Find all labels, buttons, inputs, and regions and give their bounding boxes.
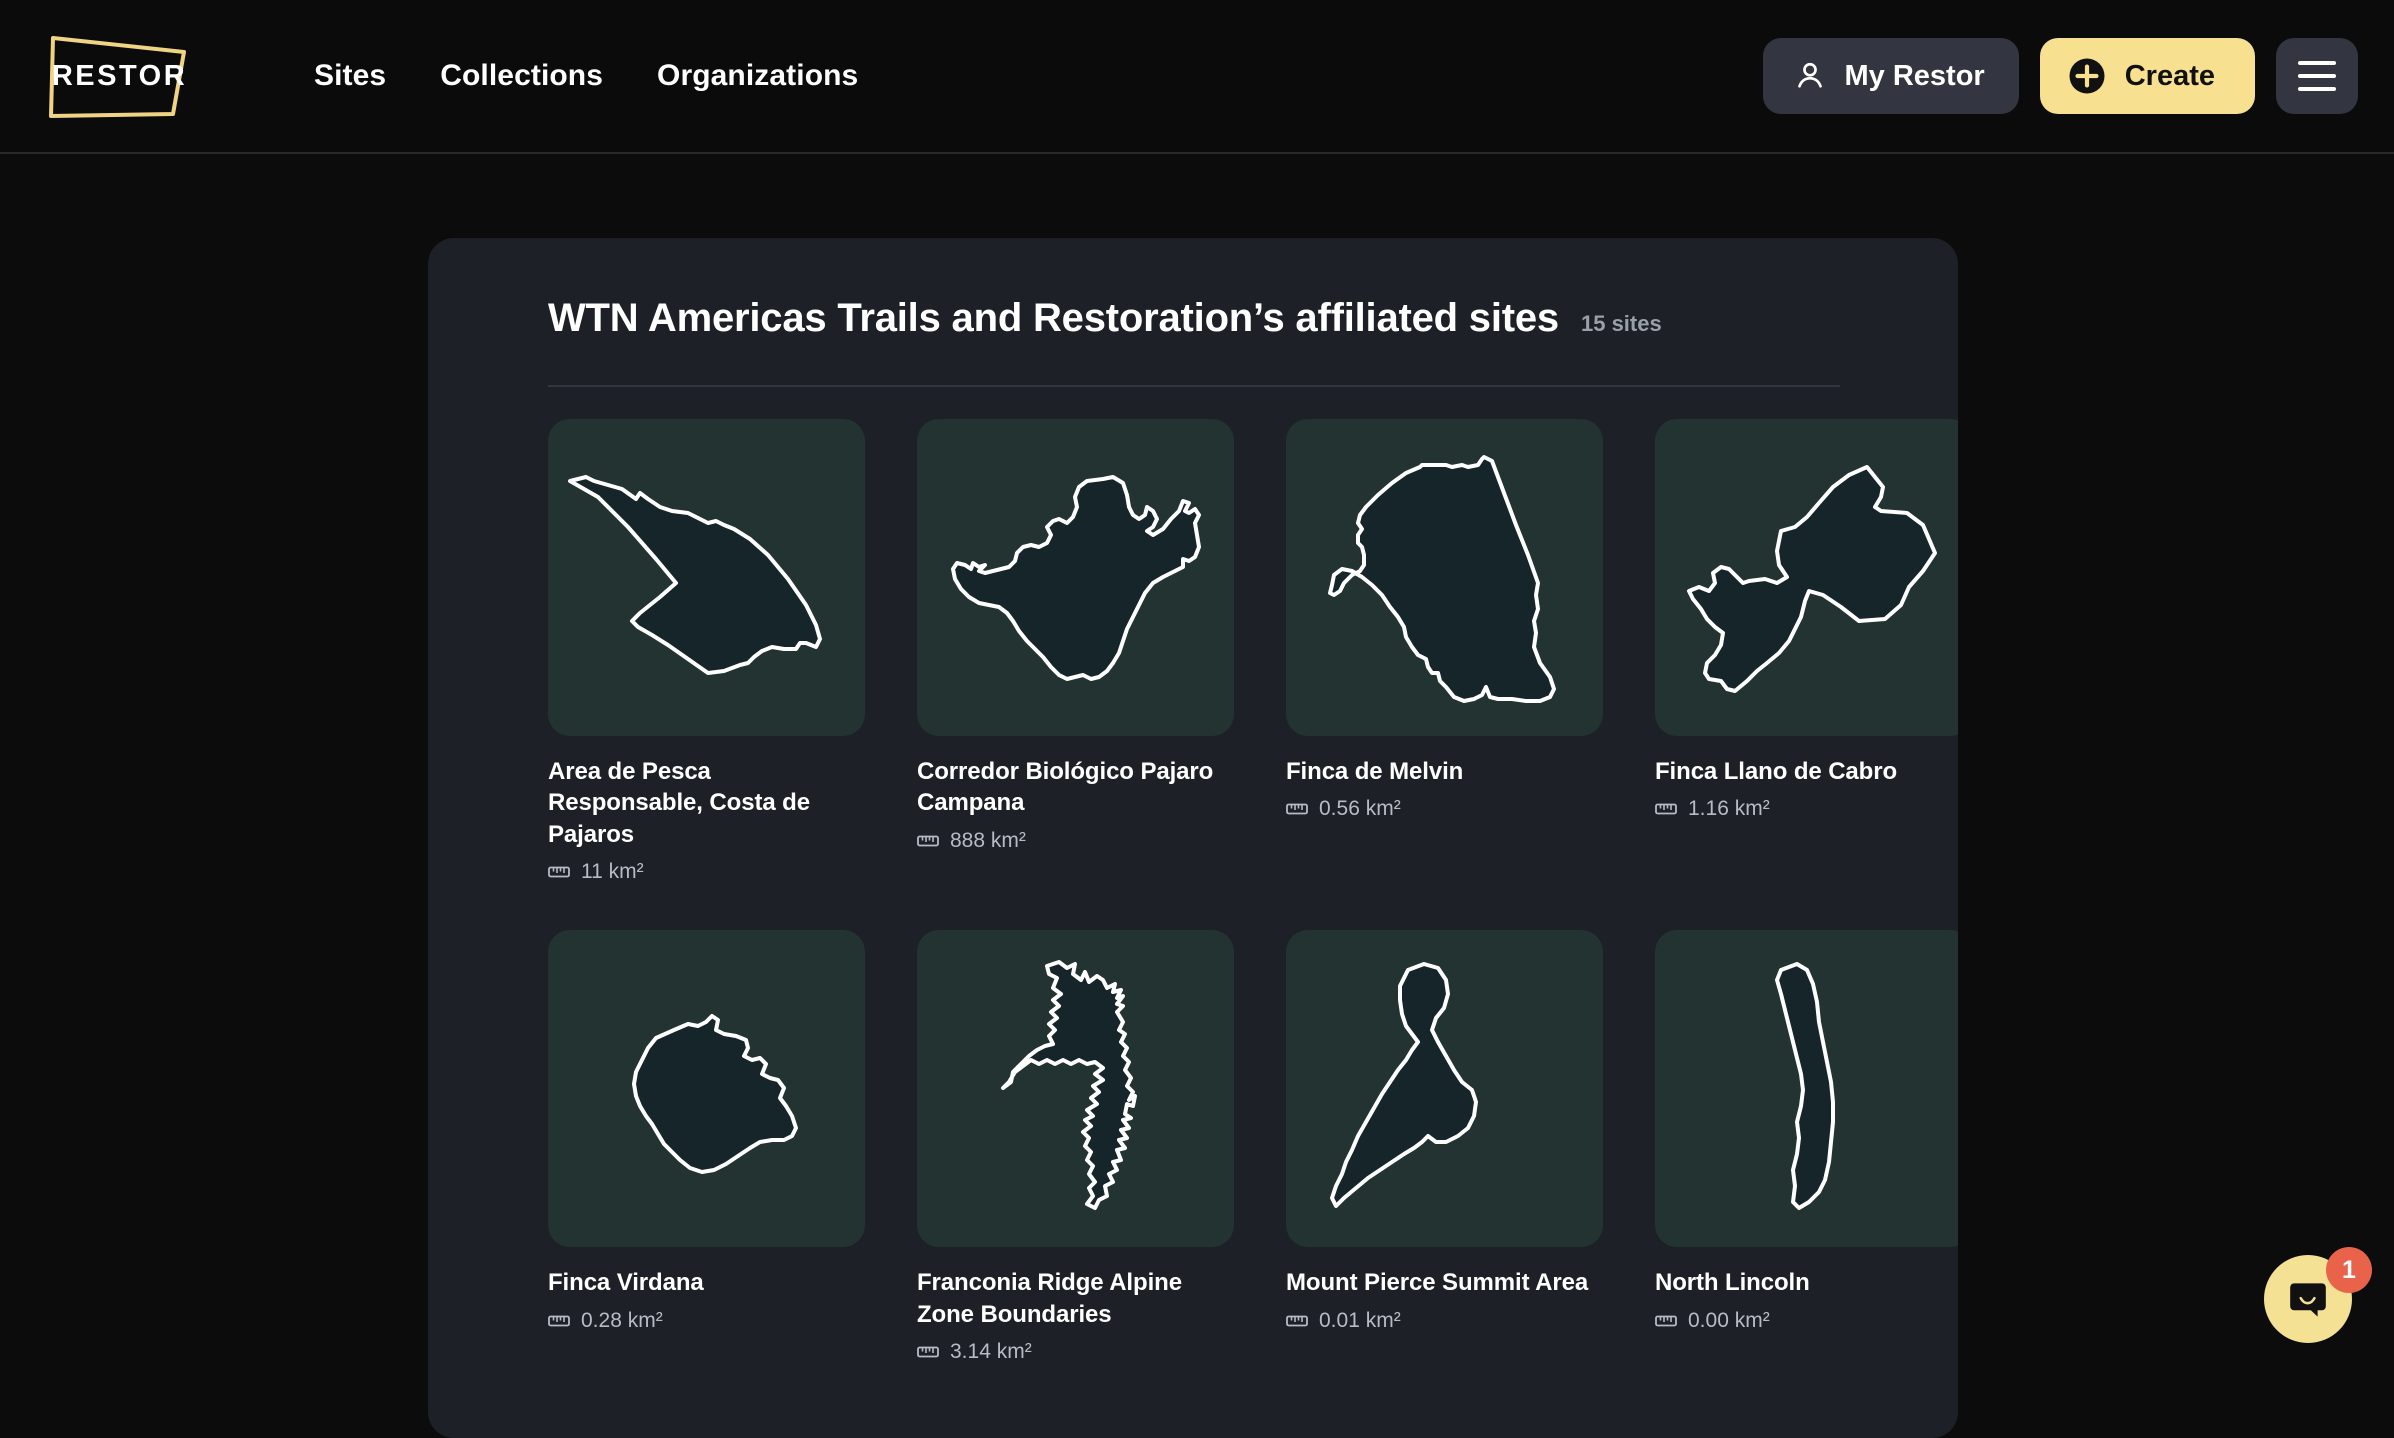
create-label: Create (2124, 59, 2215, 92)
site-thumbnail[interactable] (548, 419, 865, 736)
site-shape-icon (1328, 455, 1556, 703)
site-thumbnail[interactable] (1286, 930, 1603, 1248)
chat-bubble-icon (2290, 1283, 2326, 1317)
plus-circle-icon (2069, 58, 2105, 94)
site-area: 888 km² (917, 829, 1234, 853)
affiliated-sites-panel: WTN Americas Trails and Restoration’s af… (428, 238, 1958, 1438)
site-thumbnail[interactable] (917, 930, 1234, 1248)
ruler-icon (1655, 1315, 1677, 1327)
site-name: Finca Llano de Cabro (1655, 758, 1898, 785)
ruler-icon (548, 1315, 570, 1327)
site-area-value: 0.00 km² (1688, 1308, 1770, 1332)
site-card[interactable]: Corredor Biológico Pajaro Campana 888 km… (917, 419, 1234, 884)
restor-wordmark: RESTOR (51, 60, 188, 93)
ruler-icon (917, 835, 939, 847)
my-restor-button[interactable]: My Restor (1762, 38, 2019, 114)
site-card[interactable]: Finca de Melvin 0.56 km² (1286, 419, 1603, 884)
page-title: WTN Americas Trails and Restoration’s af… (548, 296, 1559, 340)
ruler-icon (1655, 804, 1677, 815)
site-thumbnail[interactable] (917, 419, 1234, 736)
site-area-value: 0.01 km² (1319, 1308, 1401, 1332)
ruler-icon (1286, 1315, 1308, 1327)
site-name: Finca de Melvin (1286, 758, 1464, 785)
site-thumbnail[interactable] (1655, 930, 1958, 1248)
site-shape-icon (951, 475, 1201, 681)
site-area: 1.16 km² (1655, 797, 1958, 821)
ruler-icon (1286, 804, 1308, 815)
site-card[interactable]: Franconia Ridge Alpine Zone Boundaries 3… (917, 930, 1234, 1364)
site-area-value: 1.16 km² (1688, 797, 1770, 821)
sites-count: 15 sites (1580, 311, 1662, 336)
site-name: North Lincoln (1655, 1269, 1810, 1297)
site-card[interactable]: Area de Pesca Responsable, Costa de Paja… (548, 419, 865, 884)
divider (548, 385, 1840, 387)
panel-header: WTN Americas Trails and Restoration’s af… (428, 238, 1958, 341)
nav-link-collections[interactable]: Collections (440, 59, 603, 93)
site-card[interactable]: North Lincoln 0.00 km² (1655, 930, 1958, 1364)
site-area-value: 0.28 km² (581, 1308, 663, 1332)
ruler-icon (548, 866, 570, 878)
site-name: Area de Pesca Responsable, Costa de Paja… (548, 758, 810, 848)
nav-link-organizations[interactable]: Organizations (657, 59, 858, 93)
site-grid: Area de Pesca Responsable, Costa de Paja… (428, 419, 1958, 1364)
site-area-value: 0.56 km² (1319, 797, 1401, 821)
site-area: 3.14 km² (917, 1340, 1234, 1364)
restor-logo[interactable]: RESTOR (42, 28, 197, 124)
top-header: RESTOR Sites Collections Organizations M… (0, 0, 2394, 154)
site-area: 0.28 km² (548, 1309, 865, 1333)
site-shape-icon (1330, 962, 1478, 1209)
nav-link-sites[interactable]: Sites (314, 59, 386, 93)
site-name: Finca Virdana (548, 1269, 704, 1297)
site-card[interactable]: Finca Llano de Cabro 1.16 km² (1655, 419, 1958, 884)
site-thumbnail[interactable] (548, 930, 865, 1248)
ruler-icon (917, 1346, 939, 1358)
my-restor-label: My Restor (1844, 59, 1985, 92)
person-icon (1797, 62, 1822, 88)
site-area: 11 km² (548, 860, 865, 884)
chat-unread-badge[interactable]: 1 (2326, 1247, 2372, 1293)
site-area-value: 3.14 km² (950, 1340, 1032, 1364)
create-button[interactable]: Create (2039, 38, 2255, 114)
site-thumbnail[interactable] (1655, 419, 1958, 736)
site-thumbnail[interactable] (1286, 419, 1603, 736)
site-area-value: 11 km² (581, 860, 644, 884)
site-area: 0.01 km² (1286, 1309, 1603, 1333)
site-shape-icon (1775, 962, 1835, 1211)
site-card[interactable]: Mount Pierce Summit Area 0.01 km² (1286, 930, 1603, 1364)
site-area-value: 888 km² (950, 828, 1026, 852)
site-name: Mount Pierce Summit Area (1286, 1269, 1589, 1297)
site-shape-icon (568, 475, 822, 675)
header-actions: My Restor Create (1762, 38, 2358, 114)
site-shape-icon (1687, 465, 1937, 693)
site-name: Corredor Biológico Pajaro Campana (917, 758, 1214, 817)
site-card[interactable]: Finca Virdana 0.28 km² (548, 930, 865, 1364)
site-shape-icon (1001, 960, 1137, 1211)
site-shape-icon (632, 1014, 798, 1175)
site-area: 0.00 km² (1655, 1309, 1958, 1333)
hamburger-menu-icon[interactable] (2276, 38, 2358, 114)
site-name: Franconia Ridge Alpine Zone Boundaries (917, 1269, 1182, 1328)
main-navigation: Sites Collections Organizations (314, 59, 858, 93)
site-area: 0.56 km² (1286, 797, 1603, 821)
